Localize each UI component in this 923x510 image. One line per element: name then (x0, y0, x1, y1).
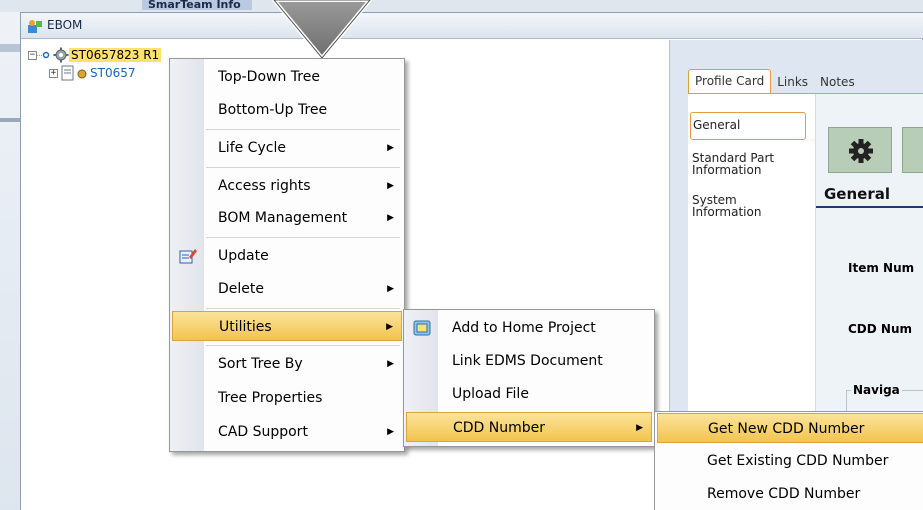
tab-links[interactable]: Links (771, 71, 814, 93)
window-title: EBOM (47, 18, 83, 32)
submenu-arrow-icon: ▶ (386, 322, 393, 332)
tree-row-child[interactable]: + ST0657 (49, 64, 137, 82)
background-left-strip (0, 12, 20, 510)
tree-row-root[interactable]: − ST0657823 R1 (28, 46, 162, 64)
navigation-group-title: Naviga (851, 383, 902, 397)
menu-cdd-number[interactable]: CDD Number ▶ (406, 412, 652, 442)
menu-remove-cdd-number[interactable]: Remove CDD Number (657, 479, 923, 509)
pointer-arrow-icon (271, 0, 373, 62)
menu-cad-support[interactable]: CAD Support ▶ (172, 417, 402, 447)
tree-bullet-icon (42, 51, 50, 59)
menu-bottom-up-tree[interactable]: Bottom-Up Tree (172, 95, 402, 125)
side-nav-general[interactable]: General (690, 112, 806, 140)
menu-top-down-tree[interactable]: Top-Down Tree (172, 62, 402, 92)
settings-button[interactable] (828, 127, 892, 173)
cdd-number-label: CDD Num (848, 322, 912, 336)
menu-get-new-cdd-number[interactable]: Get New CDD Number (657, 413, 923, 443)
tree-child-label[interactable]: ST0657 (89, 66, 137, 80)
background-tab: SmarTeam Info (142, 0, 252, 10)
part-link-icon (77, 69, 87, 79)
utilities-submenu: Add to Home Project Link EDMS Document U… (403, 309, 655, 447)
item-number-label: Item Num (848, 261, 915, 275)
submenu-arrow-icon: ▶ (387, 181, 394, 191)
tree-root-label[interactable]: ST0657823 R1 (69, 48, 162, 62)
submenu-arrow-icon: ▶ (636, 423, 643, 433)
tree-context-menu: Top-Down Tree Bottom-Up Tree Life Cycle ▶… (169, 58, 405, 452)
menu-utilities[interactable]: Utilities ▶ (172, 311, 402, 341)
background-left-divider (0, 44, 20, 52)
tree-expand-icon[interactable]: + (49, 68, 58, 78)
submenu-arrow-icon: ▶ (387, 213, 394, 223)
menu-link-edms-document[interactable]: Link EDMS Document (406, 346, 652, 376)
gear-icon (849, 139, 873, 163)
tree-collapse-icon[interactable]: − (28, 50, 37, 60)
background-strip (0, 0, 923, 12)
update-pencil-icon (179, 249, 197, 264)
profile-tabs: Profile Card Links Notes (688, 69, 861, 93)
submenu-arrow-icon: ▶ (387, 427, 394, 437)
menu-bom-management[interactable]: BOM Management ▶ (172, 203, 402, 233)
side-nav-standard-part[interactable]: Standard Part Information (692, 152, 808, 176)
document-icon (61, 65, 74, 81)
section-underline (816, 206, 923, 208)
menu-add-to-home-project[interactable]: Add to Home Project (406, 313, 652, 343)
assembly-gear-icon (53, 47, 69, 63)
window-titlebar: EBOM (21, 13, 923, 39)
section-heading: General (824, 185, 890, 203)
home-project-icon (413, 320, 431, 336)
ebom-app-icon (28, 20, 42, 33)
background-left-divider-2 (0, 118, 20, 122)
submenu-arrow-icon: ▶ (387, 143, 394, 153)
submenu-arrow-icon: ▶ (387, 359, 394, 369)
menu-update[interactable]: Update (172, 241, 402, 271)
tab-notes[interactable]: Notes (814, 71, 861, 93)
submenu-arrow-icon: ▶ (387, 284, 394, 294)
menu-tree-properties[interactable]: Tree Properties (172, 383, 402, 413)
menu-upload-file[interactable]: Upload File (406, 379, 652, 409)
menu-sort-tree-by[interactable]: Sort Tree By ▶ (172, 349, 402, 379)
cdd-number-submenu: Get New CDD Number Get Existing CDD Numb… (654, 411, 923, 510)
menu-delete[interactable]: Delete ▶ (172, 274, 402, 304)
menu-life-cycle[interactable]: Life Cycle ▶ (172, 133, 402, 163)
side-nav-system-info[interactable]: System Information (692, 194, 808, 218)
menu-access-rights[interactable]: Access rights ▶ (172, 171, 402, 201)
tab-profile-card[interactable]: Profile Card (688, 69, 772, 93)
secondary-tool-button[interactable] (902, 127, 923, 173)
menu-get-existing-cdd-number[interactable]: Get Existing CDD Number (657, 446, 923, 476)
